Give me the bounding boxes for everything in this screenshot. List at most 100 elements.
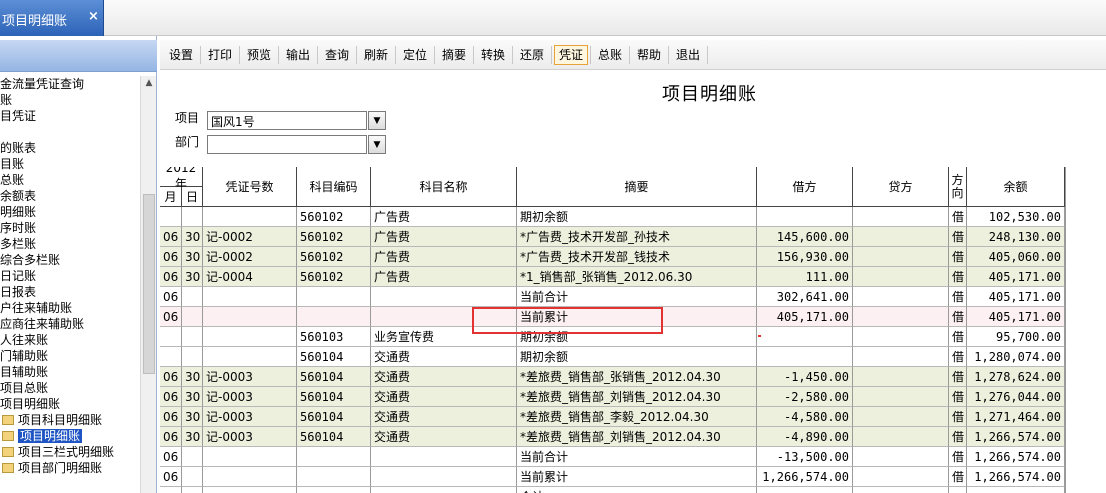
- tree-item[interactable]: 目账: [0, 156, 24, 172]
- tree-item[interactable]: 的账表: [0, 140, 36, 156]
- tree-item[interactable]: 余额表: [0, 188, 36, 204]
- cell-voucher: 记-0002: [203, 247, 297, 267]
- toolbar-separator: [239, 46, 240, 64]
- toolbar-button[interactable]: 刷新: [359, 45, 393, 65]
- tree-item-label: 综合多栏账: [0, 253, 61, 267]
- cell-m: 06: [160, 447, 182, 467]
- cell-debit: 111.00: [757, 267, 853, 287]
- tree-item[interactable]: 账: [0, 92, 12, 108]
- table-row[interactable]: 06 30 记-0003 560104 交通费 *差旅费_销售部_李毅_2012.04.3…: [160, 407, 1065, 427]
- cell-d: [182, 347, 203, 367]
- table-row[interactable]: 06 30 记-0003 560104 交通费 *差旅费_销售部_刘销售_2012.04.…: [160, 387, 1065, 407]
- toolbar-button[interactable]: 退出: [671, 45, 705, 65]
- tree-item[interactable]: 项目总账: [0, 380, 48, 396]
- project-select[interactable]: 国风1号: [207, 111, 367, 130]
- toolbar-button[interactable]: 输出: [281, 45, 315, 65]
- dept-select[interactable]: [207, 135, 367, 154]
- tree-item[interactable]: 多栏账: [0, 236, 36, 252]
- cell-code: [297, 467, 371, 487]
- tree-item-label: 人往来账: [0, 333, 49, 347]
- tree-item-label: 的账表: [0, 141, 37, 155]
- tree-item-label: 明细账: [0, 205, 37, 219]
- folder-icon: [2, 463, 14, 473]
- toolbar-button[interactable]: 定位: [398, 45, 432, 65]
- toolbar-button[interactable]: 还原: [515, 45, 549, 65]
- cell-name: 广告费: [371, 207, 517, 227]
- tree-item[interactable]: 日记账: [0, 268, 36, 284]
- report-title: 项目明细账: [662, 84, 757, 105]
- tree-item-label: 目辅助账: [0, 365, 49, 379]
- tree-item[interactable]: 序时账: [0, 220, 36, 236]
- cell-debit: 1,266,574.00: [757, 467, 853, 487]
- highlight-annotation: [472, 307, 663, 334]
- cell-voucher: [203, 347, 297, 367]
- table-row[interactable]: 560104 交通费 期初余额 借 1,280,074.00: [160, 347, 1065, 367]
- tree-item[interactable]: 户往来辅助账: [0, 300, 72, 316]
- cell-debit: -1,450.00: [757, 367, 853, 387]
- table-row[interactable]: 06 当前合计 302,641.00 借 405,171.00: [160, 287, 1065, 307]
- tree-scrollbar[interactable]: ▲: [140, 76, 156, 493]
- tree-item[interactable]: 项目明细账: [0, 396, 60, 412]
- scroll-up-arrow-icon[interactable]: ▲: [141, 76, 157, 90]
- cell-voucher: 记-0003: [203, 407, 297, 427]
- cell-debit: [757, 207, 853, 227]
- table-row[interactable]: 合计: [160, 487, 1065, 493]
- table-row[interactable]: 06 当前合计 -13,500.00 借 1,266,574.00: [160, 447, 1065, 467]
- toolbar-button[interactable]: 预览: [242, 45, 276, 65]
- cell-credit: [853, 487, 949, 493]
- table-row[interactable]: 06 当前累计 1,266,574.00 借 1,266,574.00: [160, 467, 1065, 487]
- cell-balance: 405,171.00: [967, 287, 1065, 307]
- cell-code: 560103: [297, 327, 371, 347]
- toolbar-button[interactable]: 打印: [203, 45, 237, 65]
- cell-name: 交通费: [371, 407, 517, 427]
- scroll-thumb[interactable]: [143, 194, 155, 374]
- table-row[interactable]: 06 30 记-0002 560102 广告费 *广告费_技术开发部_钱技术 156,930…: [160, 247, 1065, 267]
- toolbar-button[interactable]: 转换: [476, 45, 510, 65]
- cell-m: 06: [160, 287, 182, 307]
- table-row[interactable]: 06 30 记-0004 560102 广告费 *1_销售部_张销售_2012.06.30…: [160, 267, 1065, 287]
- table-row[interactable]: 560102 广告费 期初余额 借 102,530.00: [160, 207, 1065, 227]
- tree-item[interactable]: 目辅助账: [0, 364, 48, 380]
- cell-voucher: [203, 447, 297, 467]
- toolbar-button[interactable]: 凭证: [554, 45, 588, 65]
- tree-item[interactable]: 综合多栏账: [0, 252, 60, 268]
- tree-item[interactable]: 目凭证: [0, 108, 36, 124]
- cell-balance: [967, 487, 1065, 493]
- table-row[interactable]: 06 30 记-0003 560104 交通费 *差旅费_销售部_刘销售_2012.04.…: [160, 427, 1065, 447]
- cell-m: [160, 327, 182, 347]
- toolbar-separator: [278, 46, 279, 64]
- cell-credit: [853, 367, 949, 387]
- tree-item[interactable]: 日报表: [0, 284, 36, 300]
- tree-item[interactable]: 人往来账: [0, 332, 48, 348]
- tree-item[interactable]: 项目科目明细账: [2, 412, 102, 428]
- close-icon[interactable]: ×: [88, 9, 99, 24]
- tree-item[interactable]: 项目三栏式明细账: [2, 444, 114, 460]
- project-dropdown-chevron-down-icon[interactable]: ▼: [368, 111, 386, 130]
- navigation-header: [0, 40, 157, 72]
- tree-item[interactable]: 应商往来辅助账: [0, 316, 84, 332]
- header-subject-code: 科目编码: [297, 167, 371, 207]
- cell-summary: *差旅费_销售部_李毅_2012.04.30: [517, 407, 757, 427]
- toolbar-button[interactable]: 帮助: [632, 45, 666, 65]
- toolbar-button[interactable]: 摘要: [437, 45, 471, 65]
- tree-item[interactable]: 总账: [0, 172, 24, 188]
- cell-name: 广告费: [371, 267, 517, 287]
- tree-item[interactable]: 门辅助账: [0, 348, 48, 364]
- tree-item[interactable]: 明细账: [0, 204, 36, 220]
- table-row[interactable]: 06 30 记-0003 560104 交通费 *差旅费_销售部_张销售_2012.04.…: [160, 367, 1065, 387]
- toolbar-button[interactable]: 设置: [164, 45, 198, 65]
- tree-item[interactable]: 金流量凭证查询: [0, 76, 84, 92]
- cell-m: 06: [160, 247, 182, 267]
- tree-item[interactable]: 项目部门明细账: [2, 460, 102, 476]
- cell-summary: *1_销售部_张销售_2012.06.30: [517, 267, 757, 287]
- toolbar: 设置 打印 预览 输出 查询 刷新 定位 摘要 转换 还原 凭证 总账 帮助 退出: [160, 40, 1106, 70]
- cell-summary: *差旅费_销售部_刘销售_2012.04.30: [517, 427, 757, 447]
- tree-item[interactable]: 项目明细账: [2, 428, 83, 444]
- dept-dropdown-chevron-down-icon[interactable]: ▼: [368, 135, 386, 154]
- tree-item-label: 项目部门明细账: [18, 461, 103, 475]
- toolbar-button[interactable]: 查询: [320, 45, 354, 65]
- toolbar-button[interactable]: 总账: [593, 45, 627, 65]
- header-day: 日: [182, 187, 203, 207]
- tab-project-detail-ledger[interactable]: 项目明细账 ×: [0, 0, 104, 36]
- table-row[interactable]: 06 30 记-0002 560102 广告费 *广告费_技术开发部_孙技术 145,600…: [160, 227, 1065, 247]
